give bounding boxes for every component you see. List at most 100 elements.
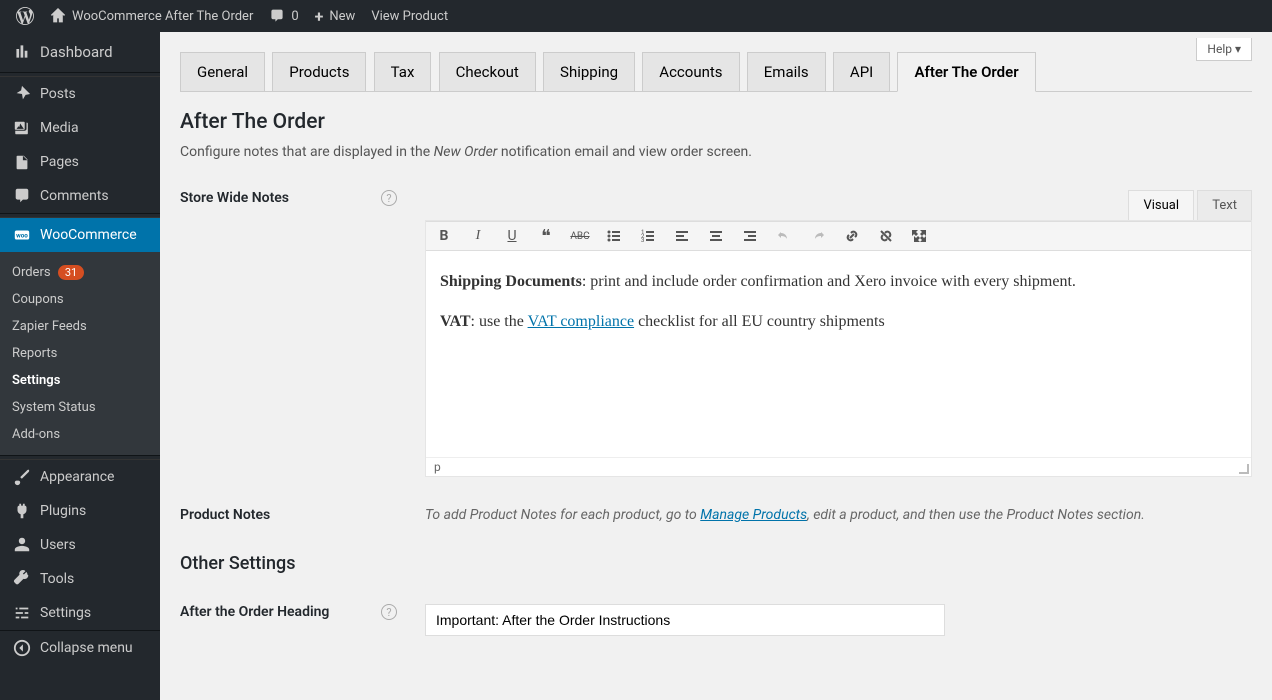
sidebar-sub-system-status[interactable]: System Status — [0, 394, 160, 421]
underline-button[interactable]: U — [502, 226, 522, 246]
strikethrough-button[interactable]: ABC — [570, 226, 590, 246]
vat-compliance-link[interactable]: VAT compliance — [528, 313, 635, 330]
user-icon — [12, 536, 32, 554]
page-title: After The Order — [180, 110, 1252, 134]
tab-products[interactable]: Products — [272, 52, 366, 92]
italic-button[interactable]: I — [468, 226, 488, 246]
sidebar-sub-coupons[interactable]: Coupons — [0, 286, 160, 313]
sidebar-item-woocommerce[interactable]: woo WooCommerce — [0, 218, 160, 252]
align-right-button[interactable] — [740, 226, 760, 246]
woocommerce-icon: woo — [12, 226, 32, 244]
comments-icon — [12, 187, 32, 205]
redo-button[interactable] — [808, 226, 828, 246]
align-left-button[interactable] — [672, 226, 692, 246]
tab-checkout[interactable]: Checkout — [439, 52, 536, 92]
wrench-icon — [12, 570, 32, 588]
fullscreen-button[interactable] — [910, 226, 930, 246]
tab-general[interactable]: General — [180, 52, 265, 92]
editor-toolbar: B I U ❝ ABC 123 — [426, 221, 1251, 251]
pin-icon — [12, 85, 32, 103]
row-after-order-heading: After the Order Heading ? — [180, 604, 1252, 636]
unlink-button[interactable] — [876, 226, 896, 246]
comment-icon — [269, 8, 285, 24]
manage-products-link[interactable]: Manage Products — [700, 507, 807, 523]
tab-emails[interactable]: Emails — [747, 52, 826, 92]
svg-text:3: 3 — [641, 237, 644, 244]
site-name: WooCommerce After The Order — [72, 9, 253, 24]
sidebar-item-tools[interactable]: Tools — [0, 562, 160, 596]
sidebar-item-comments[interactable]: Comments — [0, 179, 160, 213]
after-order-heading-input[interactable] — [425, 604, 945, 636]
editor-path: p — [434, 460, 441, 474]
sidebar-item-pages[interactable]: Pages — [0, 145, 160, 179]
new-content[interactable]: + New — [307, 0, 364, 32]
product-notes-description: To add Product Notes for each product, g… — [425, 507, 1252, 523]
sidebar-item-plugins[interactable]: Plugins — [0, 494, 160, 528]
tab-tax[interactable]: Tax — [374, 52, 432, 92]
comments-count: 0 — [291, 9, 298, 24]
wysiwyg-editor: B I U ❝ ABC 123 Shippin — [425, 220, 1252, 477]
plus-icon: + — [315, 7, 324, 26]
editor-tab-visual[interactable]: Visual — [1128, 190, 1194, 220]
orders-badge: 31 — [58, 265, 84, 280]
sidebar-item-dashboard[interactable]: Dashboard — [0, 32, 160, 72]
store-wide-notes-label: Store Wide Notes — [180, 190, 289, 206]
align-center-button[interactable] — [706, 226, 726, 246]
brush-icon — [12, 468, 32, 486]
collapse-icon — [12, 639, 32, 657]
home-icon — [50, 8, 66, 24]
tab-shipping[interactable]: Shipping — [543, 52, 635, 92]
after-order-heading-label: After the Order Heading — [180, 604, 329, 620]
help-icon[interactable]: ? — [381, 190, 397, 206]
sidebar-sub-reports[interactable]: Reports — [0, 340, 160, 367]
sidebar-sub-addons[interactable]: Add-ons — [0, 421, 160, 448]
plug-icon — [12, 502, 32, 520]
editor-tab-text[interactable]: Text — [1197, 190, 1252, 220]
admin-bar: WooCommerce After The Order 0 + New View… — [0, 0, 1272, 32]
sliders-icon — [12, 604, 32, 622]
settings-tabs: General Products Tax Checkout Shipping A… — [180, 32, 1252, 92]
blockquote-button[interactable]: ❝ — [536, 226, 556, 246]
page-content: Help ▾ General Products Tax Checkout Shi… — [160, 32, 1272, 676]
page-description: Configure notes that are displayed in th… — [180, 144, 1252, 160]
other-settings-heading: Other Settings — [180, 553, 1252, 574]
admin-sidebar: Dashboard Posts Media Pages Comments woo… — [0, 32, 160, 700]
sidebar-sub-zapier[interactable]: Zapier Feeds — [0, 313, 160, 340]
dashboard-icon — [12, 43, 32, 61]
woocommerce-submenu: Orders 31 Coupons Zapier Feeds Reports S… — [0, 252, 160, 455]
sidebar-item-appearance[interactable]: Appearance — [0, 460, 160, 494]
wordpress-icon — [16, 7, 34, 25]
help-tab[interactable]: Help ▾ — [1196, 38, 1252, 61]
tab-after-the-order[interactable]: After The Order — [897, 52, 1035, 92]
bold-button[interactable]: B — [434, 226, 454, 246]
sidebar-item-posts[interactable]: Posts — [0, 77, 160, 111]
pages-icon — [12, 153, 32, 171]
media-icon — [12, 119, 32, 137]
row-product-notes: Product Notes To add Product Notes for e… — [180, 507, 1252, 523]
comments-bubble[interactable]: 0 — [261, 0, 306, 32]
sidebar-sub-orders[interactable]: Orders 31 — [0, 259, 160, 286]
site-home[interactable]: WooCommerce After The Order — [42, 0, 261, 32]
numbered-list-button[interactable]: 123 — [638, 226, 658, 246]
row-store-wide-notes: Store Wide Notes ? Visual Text B I U ❝ A… — [180, 190, 1252, 477]
sidebar-item-settings[interactable]: Settings — [0, 596, 160, 630]
sidebar-collapse[interactable]: Collapse menu — [0, 630, 160, 664]
bullet-list-button[interactable] — [604, 226, 624, 246]
help-icon[interactable]: ? — [381, 604, 397, 620]
editor-status-bar: p — [426, 457, 1251, 476]
sidebar-sub-settings[interactable]: Settings — [0, 367, 160, 394]
view-product[interactable]: View Product — [363, 0, 456, 32]
wp-logo[interactable] — [8, 0, 42, 32]
svg-text:woo: woo — [16, 232, 28, 240]
resize-handle[interactable] — [1239, 464, 1249, 474]
editor-tabs: Visual Text — [425, 190, 1252, 220]
sidebar-item-media[interactable]: Media — [0, 111, 160, 145]
editor-content[interactable]: Shipping Documents: print and include or… — [426, 251, 1251, 457]
new-label: New — [329, 9, 355, 24]
tab-api[interactable]: API — [833, 52, 890, 92]
product-notes-label: Product Notes — [180, 507, 270, 523]
link-button[interactable] — [842, 226, 862, 246]
sidebar-item-users[interactable]: Users — [0, 528, 160, 562]
tab-accounts[interactable]: Accounts — [642, 52, 739, 92]
undo-button[interactable] — [774, 226, 794, 246]
